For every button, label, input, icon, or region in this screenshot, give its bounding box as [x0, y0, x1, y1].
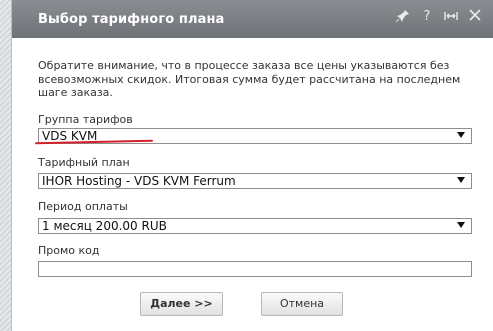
payment-period-value: 1 месяц 200.00 RUB: [42, 219, 167, 233]
chevron-down-icon: [457, 177, 465, 183]
titlebar-controls: ?: [395, 9, 483, 25]
tariff-plan-select[interactable]: IHOR Hosting - VDS KVM Ferrum: [38, 173, 472, 189]
close-icon[interactable]: [467, 9, 483, 25]
resize-icon[interactable]: [443, 9, 459, 25]
chevron-down-icon: [457, 222, 465, 228]
next-button[interactable]: Далее >>: [140, 292, 223, 316]
promo-code-input[interactable]: [38, 261, 472, 277]
period-label: Период оплаты: [38, 200, 128, 213]
tariff-plan-value: IHOR Hosting - VDS KVM Ferrum: [42, 174, 236, 188]
price-notice: Обратите внимание, что в процессе заказа…: [38, 59, 461, 99]
plan-label: Тарифный план: [38, 156, 130, 169]
group-label: Группа тарифов: [38, 113, 133, 126]
promo-label: Промо код: [38, 244, 100, 257]
help-icon[interactable]: ?: [419, 9, 435, 25]
chevron-down-icon: [457, 132, 465, 138]
payment-period-select[interactable]: 1 месяц 200.00 RUB: [38, 218, 472, 234]
dialog-title: Выбор тарифного плана: [38, 12, 225, 27]
cancel-button[interactable]: Отмена: [261, 292, 343, 316]
tariff-dialog: Выбор тарифного плана ? Обратите внимани…: [11, 0, 493, 331]
pin-icon[interactable]: [395, 9, 411, 25]
dialog-titlebar[interactable]: Выбор тарифного плана ?: [12, 0, 493, 38]
